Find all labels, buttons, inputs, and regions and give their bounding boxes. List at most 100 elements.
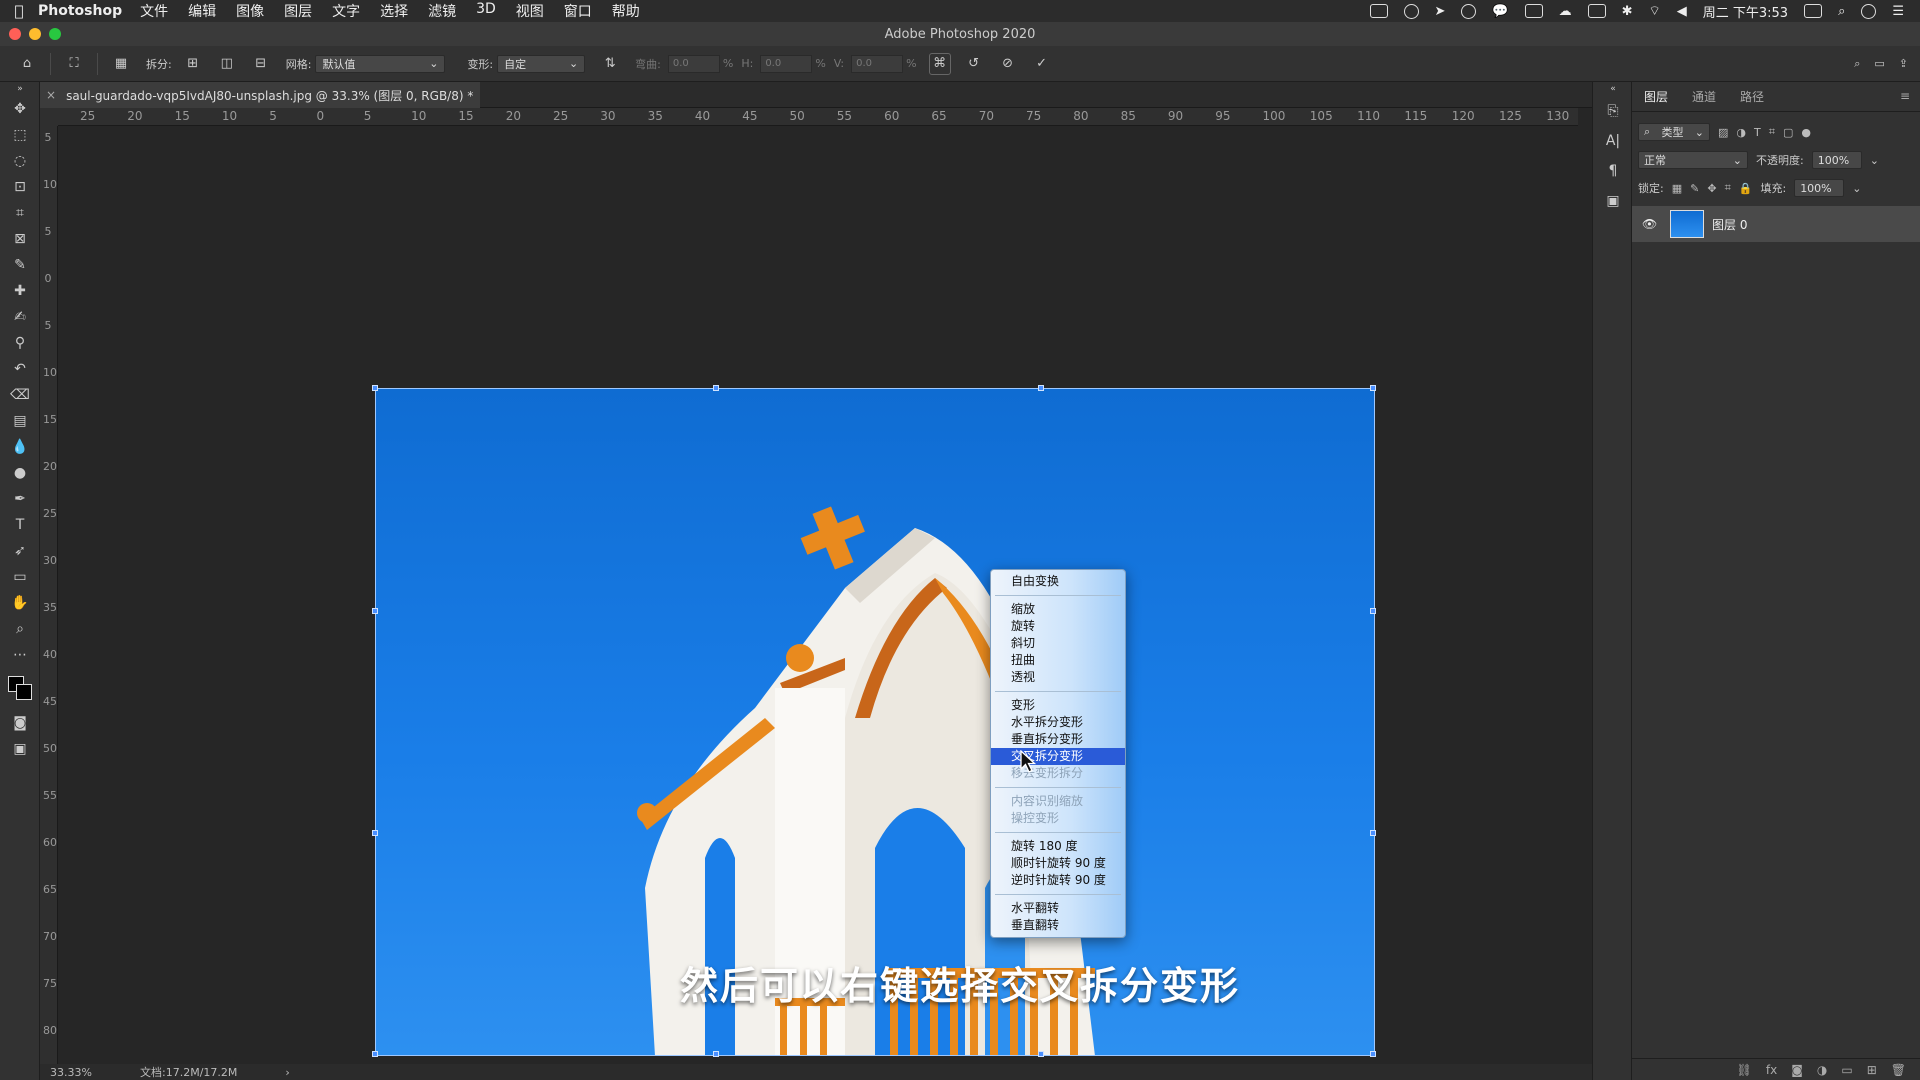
undo-icon[interactable]: ↺	[963, 53, 985, 75]
transform-handle-left-two-third[interactable]	[372, 830, 378, 836]
rectangle-tool-icon[interactable]: ▭	[0, 564, 40, 590]
context-menu-item[interactable]: 缩放	[991, 601, 1125, 618]
menu-item[interactable]: 帮助	[612, 1, 640, 21]
lasso-tool-icon[interactable]: ◌	[0, 148, 40, 174]
clone-stamp-tool-icon[interactable]: ⚲	[0, 330, 40, 356]
menu-item[interactable]: 滤镜	[428, 1, 456, 21]
context-menu-item[interactable]: 交叉拆分变形	[991, 748, 1125, 765]
filter-toggle-icon[interactable]: ●	[1801, 126, 1811, 139]
transform-handle-bottom-left[interactable]	[372, 1051, 378, 1057]
frame-tool-icon[interactable]: ⊠	[0, 226, 40, 252]
v-field[interactable]: 0.0	[851, 54, 904, 73]
menu-item[interactable]: 编辑	[188, 1, 216, 21]
move-tool-icon[interactable]: ✥	[0, 96, 40, 122]
history-panel-icon[interactable]: ⎘	[1593, 96, 1633, 126]
pen-tool-icon[interactable]: ✒	[0, 486, 40, 512]
opacity-field[interactable]: 100%	[1811, 151, 1862, 169]
message-icon[interactable]	[1524, 4, 1543, 18]
wechat-icon[interactable]: 💬	[1492, 4, 1508, 19]
input-method-icon[interactable]	[1804, 4, 1823, 18]
background-color-swatch[interactable]	[16, 684, 32, 700]
sync-icon[interactable]	[1403, 3, 1419, 19]
filter-smart-object-icon[interactable]: ▢	[1783, 126, 1793, 139]
orientation-icon[interactable]: ⇅	[599, 53, 621, 75]
marquee-tool-icon[interactable]: ⬚	[0, 122, 40, 148]
home-icon[interactable]: ⌂	[16, 53, 38, 75]
transform-handle-top-two-third[interactable]	[1038, 385, 1044, 391]
transform-preset-icon[interactable]: ⛶	[63, 53, 85, 75]
ruler-corner[interactable]	[40, 108, 58, 126]
context-menu-item[interactable]: 扭曲	[991, 652, 1125, 669]
transform-handle-top-third[interactable]	[713, 385, 719, 391]
screen-mode-icon[interactable]: ▣	[0, 736, 40, 762]
gradient-tool-icon[interactable]: ▤	[0, 408, 40, 434]
transform-handle-right-third[interactable]	[1370, 608, 1376, 614]
bluetooth-icon[interactable]: ✱	[1622, 4, 1633, 19]
warp-select[interactable]: 自定 ⌄	[497, 54, 586, 73]
filter-shape-icon[interactable]: ⌗	[1769, 125, 1775, 139]
cancel-icon[interactable]: ⊘	[997, 53, 1019, 75]
transform-handle-bottom-two-third[interactable]	[1038, 1051, 1044, 1057]
panel-tab[interactable]: 路径	[1728, 88, 1776, 111]
context-menu-item[interactable]: 斜切	[991, 635, 1125, 652]
transform-handle-left-third[interactable]	[372, 608, 378, 614]
spotlight-icon[interactable]: ⌕	[1838, 4, 1845, 19]
context-menu-item[interactable]: 顺时针旋转 90 度	[991, 855, 1125, 872]
quick-select-tool-icon[interactable]: ⊡	[0, 174, 40, 200]
filter-pixel-icon[interactable]: ▨	[1718, 126, 1728, 139]
grid-select[interactable]: 默认值 ⌄	[315, 54, 446, 73]
menu-item[interactable]: 3D	[476, 1, 496, 21]
lock-pixels-icon[interactable]: ✎	[1690, 182, 1699, 195]
h-field[interactable]: 0.0	[760, 54, 813, 73]
zoom-tool-icon[interactable]: ⌕	[0, 616, 40, 642]
zoom-level[interactable]: 33.33%	[40, 1066, 110, 1079]
fx-icon[interactable]: fx	[1766, 1063, 1777, 1077]
transform-handle-top-left[interactable]	[372, 385, 378, 391]
canvas-area[interactable]	[58, 126, 1578, 1064]
paragraph-panel-icon[interactable]: ¶	[1593, 156, 1633, 186]
menu-item[interactable]: 窗口	[564, 1, 592, 21]
warp-mode-icon[interactable]: ⌘	[928, 52, 951, 75]
eyedropper-tool-icon[interactable]: ✎	[0, 252, 40, 278]
collapse-panels-icon[interactable]: «	[1593, 82, 1633, 96]
bend-field[interactable]: 0.0	[667, 54, 720, 73]
filter-adjustment-icon[interactable]: ◑	[1736, 126, 1746, 139]
add-mask-icon[interactable]: ◙	[1791, 1063, 1803, 1077]
siri-icon[interactable]	[1861, 3, 1877, 19]
context-menu-item[interactable]: 水平翻转	[991, 900, 1125, 917]
layer-row[interactable]: 👁 图层 0	[1632, 206, 1920, 242]
close-window-button[interactable]	[9, 28, 21, 40]
context-menu-item[interactable]: 水平拆分变形	[991, 714, 1125, 731]
menu-item[interactable]: 图层	[284, 1, 312, 21]
layer-filter-select[interactable]: ⌕ 类型 ⌄	[1638, 123, 1710, 141]
properties-panel-icon[interactable]: ▣	[1593, 186, 1633, 216]
wifi-icon[interactable]: ⌔	[1649, 3, 1661, 19]
context-menu-item[interactable]: 垂直翻转	[991, 917, 1125, 934]
context-menu-item[interactable]: 自由变换	[991, 573, 1125, 590]
transform-handle-top-right[interactable]	[1370, 385, 1376, 391]
share-icon[interactable]: ⇪	[1899, 57, 1908, 70]
transform-handle-bottom-right[interactable]	[1370, 1051, 1376, 1057]
send-icon[interactable]: ➤	[1435, 4, 1446, 19]
horizontal-ruler[interactable]: 25 20 15 10 5 0 5 10 15 20 25 30 35 40 45 50 55 60 65 70 75 8…	[58, 108, 1578, 126]
display-icon[interactable]	[1587, 4, 1606, 18]
lock-transparent-icon[interactable]: ▦	[1672, 182, 1682, 195]
fill-field[interactable]: 100%	[1794, 179, 1845, 197]
quick-mask-icon[interactable]: ◙	[0, 710, 40, 736]
cross-split-icon[interactable]: ⊞	[182, 53, 204, 75]
panel-tab[interactable]: 通道	[1680, 88, 1728, 111]
crop-tool-icon[interactable]: ⌗	[0, 200, 40, 226]
brush-tool-icon[interactable]: ✍	[0, 304, 40, 330]
eraser-tool-icon[interactable]: ⌫	[0, 382, 40, 408]
context-menu-item[interactable]: 变形	[991, 697, 1125, 714]
layer-name[interactable]: 图层 0	[1712, 216, 1747, 233]
check-circle-icon[interactable]	[1461, 3, 1477, 19]
new-layer-icon[interactable]: ⊞	[1867, 1063, 1877, 1077]
app-menu[interactable]: Photoshop	[38, 3, 122, 19]
context-menu-item[interactable]: 旋转 180 度	[991, 838, 1125, 855]
eye-icon[interactable]: 👁	[1642, 217, 1662, 231]
chevron-down-icon[interactable]: ⌄	[1870, 154, 1879, 167]
reference-point-icon[interactable]: ▦	[110, 53, 132, 75]
status-menu-arrow[interactable]: ›	[285, 1066, 289, 1079]
healing-brush-tool-icon[interactable]: ✚	[0, 278, 40, 304]
